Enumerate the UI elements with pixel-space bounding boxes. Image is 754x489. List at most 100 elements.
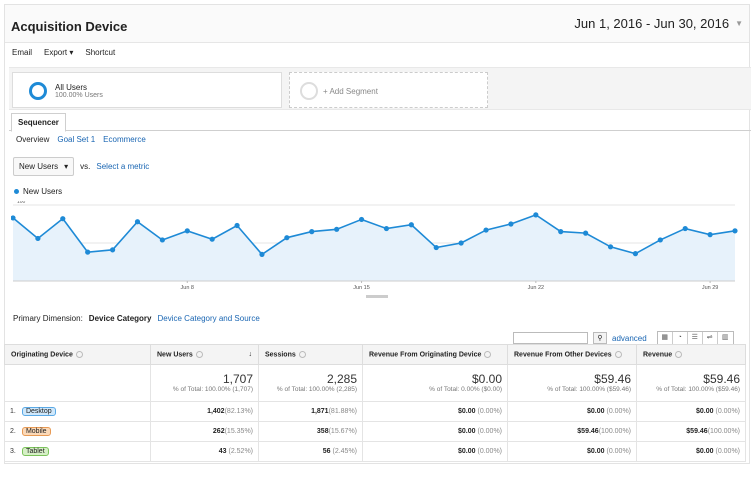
data-point[interactable]: [433, 244, 439, 251]
subtabs: Overview Goal Set 1 Ecommerce: [16, 135, 146, 144]
data-point[interactable]: [533, 212, 539, 218]
x-tick-label: Jun 8: [181, 285, 194, 291]
cell-rev-other: $0.00 (0.00%): [507, 401, 637, 422]
shortcut-button[interactable]: Shortcut: [85, 48, 115, 57]
data-point[interactable]: [682, 225, 688, 232]
cell-pct: (2.45%): [332, 448, 357, 455]
cell-pct: (0.00%): [477, 428, 502, 435]
device-link-tablet[interactable]: Tablet: [21, 447, 49, 456]
data-point[interactable]: [632, 251, 639, 257]
cell-pct: (2.52%): [228, 448, 253, 455]
cell-pct: (0.00%): [477, 408, 502, 415]
col-revenue-other[interactable]: Revenue From Other Devices: [507, 344, 637, 365]
select-metric-link[interactable]: Select a metric: [96, 162, 149, 171]
col-sessions[interactable]: Sessions: [258, 344, 363, 365]
data-point[interactable]: [35, 235, 41, 242]
data-point[interactable]: [607, 244, 614, 250]
header-label: Originating Device: [11, 351, 73, 359]
advanced-filter-link[interactable]: advanced: [612, 334, 647, 343]
chart-resize-handle[interactable]: [366, 295, 388, 298]
segment-all-users[interactable]: All Users 100.00% Users: [12, 72, 282, 108]
data-point[interactable]: [383, 225, 390, 232]
data-point[interactable]: [558, 229, 564, 235]
dimension-device-category[interactable]: Device Category: [89, 314, 152, 323]
subtab-ecommerce[interactable]: Ecommerce: [103, 135, 146, 144]
table-view-icon[interactable]: ▦: [658, 332, 673, 344]
subtab-goal-set-1[interactable]: Goal Set 1: [57, 135, 95, 144]
table-search-input[interactable]: [513, 332, 588, 344]
data-point[interactable]: [259, 251, 265, 257]
cell-value: $0.00: [696, 448, 714, 455]
cell-value: $0.00: [458, 448, 476, 455]
search-icon[interactable]: ⚲: [593, 332, 607, 344]
x-tick-label: Jun 15: [353, 285, 370, 291]
data-point[interactable]: [408, 222, 414, 228]
col-revenue[interactable]: Revenue: [636, 344, 746, 365]
col-new-users[interactable]: New Users ↓: [150, 344, 259, 365]
data-point[interactable]: [707, 232, 713, 238]
tab-sequencer[interactable]: Sequencer: [11, 113, 66, 132]
col-originating-device[interactable]: Originating Device: [4, 344, 151, 365]
data-point[interactable]: [732, 228, 738, 234]
cell-pct: (0.00%): [477, 448, 502, 455]
comparison-view-icon[interactable]: ⇌: [703, 332, 718, 344]
help-icon: [75, 350, 83, 358]
cell-pct: (82.13%): [224, 408, 253, 415]
add-segment-label: + Add Segment: [323, 87, 378, 96]
new-users-line-chart[interactable]: 10050Jun 8Jun 15Jun 22Jun 29: [11, 201, 739, 303]
total-value: 2,285: [326, 372, 357, 386]
data-point[interactable]: [159, 237, 165, 243]
data-point[interactable]: [184, 228, 190, 234]
help-icon: [298, 350, 306, 358]
pie-view-icon[interactable]: ◔: [673, 332, 688, 344]
cell-pct: (100.00%): [598, 428, 631, 435]
device-link-desktop[interactable]: Desktop: [21, 407, 56, 416]
date-range-text: Jun 1, 2016 - Jun 30, 2016: [574, 16, 730, 31]
data-point[interactable]: [358, 216, 365, 223]
data-point[interactable]: [284, 235, 290, 241]
x-tick-label: Jun 29: [702, 285, 719, 291]
metric-select[interactable]: New Users ▾: [13, 157, 75, 176]
data-point[interactable]: [209, 236, 215, 242]
cell-pct: (15.67%): [328, 428, 357, 435]
data-point[interactable]: [334, 226, 340, 232]
total-rev-other: $59.46% of Total: 100.00% ($59.46): [507, 364, 637, 402]
totals-empty: [4, 364, 151, 402]
data-point[interactable]: [583, 230, 589, 236]
cell-value: $0.00: [696, 408, 714, 415]
data-point[interactable]: [483, 227, 489, 233]
subtab-overview[interactable]: Overview: [16, 135, 49, 144]
data-point[interactable]: [134, 219, 141, 225]
cell-pct: (0.00%): [715, 448, 740, 455]
empty-ring-icon: [300, 82, 318, 100]
help-icon: [484, 350, 492, 358]
device-link-mobile[interactable]: Mobile: [21, 427, 51, 436]
data-point[interactable]: [309, 229, 315, 235]
email-button[interactable]: Email: [12, 48, 32, 57]
add-segment-button[interactable]: + Add Segment: [289, 72, 488, 108]
page-title: Acquisition Device: [11, 19, 128, 34]
data-point[interactable]: [85, 249, 91, 255]
data-table: Originating Device New Users ↓ Sessions R…: [4, 344, 746, 462]
table-row: 3. Tablet 43 (2.52%) 56 (2.45%) $0.00 (0…: [4, 441, 746, 462]
cell-value: $0.00: [587, 448, 605, 455]
dimension-device-category-source[interactable]: Device Category and Source: [158, 314, 260, 323]
data-point[interactable]: [508, 221, 514, 227]
export-button[interactable]: Export ▾: [44, 48, 73, 57]
legend-dot-icon: [14, 189, 19, 194]
cell-rev-orig: $0.00 (0.00%): [362, 401, 508, 422]
data-point[interactable]: [458, 240, 464, 246]
total-subtext: % of Total: 100.00% ($59.46): [656, 386, 740, 393]
metric-select-value: New Users: [19, 162, 59, 171]
performance-view-icon[interactable]: ☰: [688, 332, 703, 344]
date-range-picker[interactable]: Jun 1, 2016 - Jun 30, 2016 ▼: [574, 16, 743, 31]
data-point[interactable]: [60, 216, 66, 222]
pivot-view-icon[interactable]: ▥: [718, 332, 733, 344]
segment-ring-icon: [29, 82, 47, 100]
segment-percentage: 100.00% Users: [55, 92, 103, 99]
chart-legend: New Users: [14, 187, 62, 196]
data-point[interactable]: [234, 222, 240, 229]
col-revenue-originating[interactable]: Revenue From Originating Device: [362, 344, 508, 365]
data-point[interactable]: [109, 247, 116, 253]
data-point[interactable]: [657, 237, 663, 243]
